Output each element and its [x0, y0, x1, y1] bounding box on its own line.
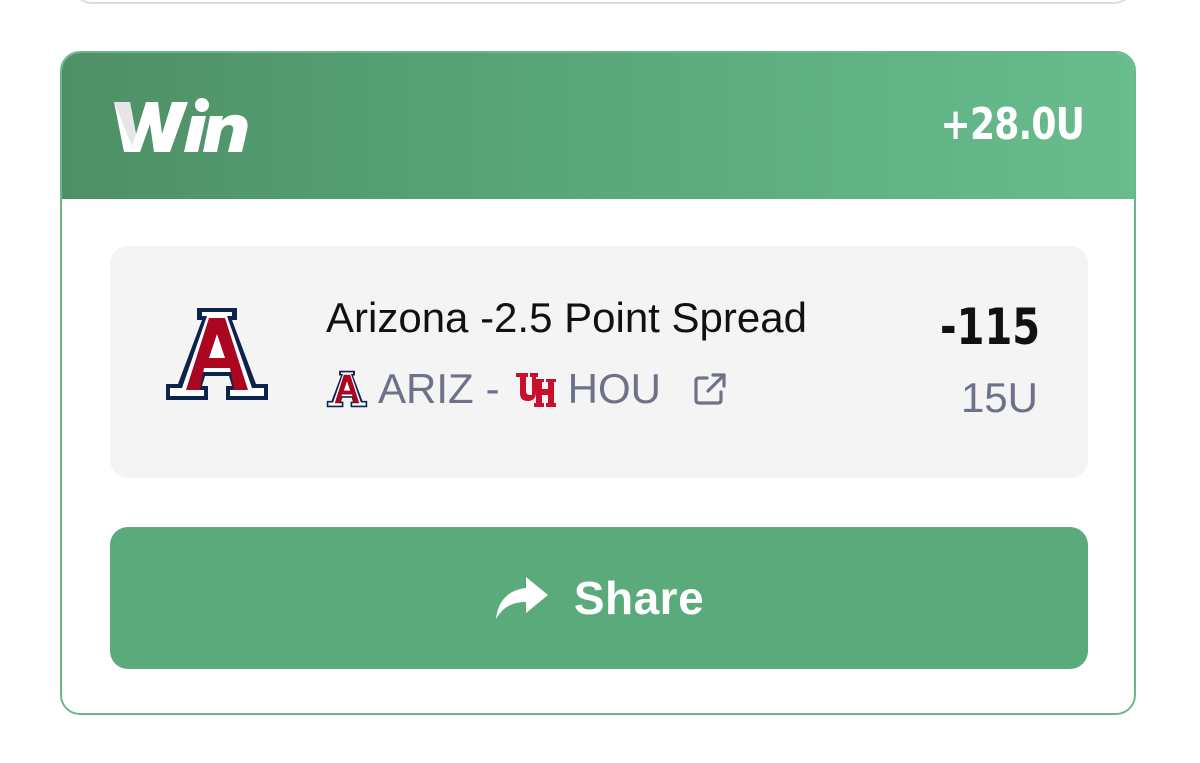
arizona-mini-logo-icon [326, 369, 368, 409]
bet-title: Arizona -2.5 Point Spread [326, 294, 807, 341]
arizona-block-a-icon [164, 306, 270, 407]
home-team-code: ARIZ [378, 365, 474, 412]
win-badge [110, 91, 252, 161]
share-button[interactable]: Share [110, 527, 1088, 669]
bet-stake: 15U [960, 374, 1038, 421]
share-arrow-icon [494, 575, 550, 621]
team-separator: - [485, 365, 500, 412]
result-header: +28.0U [62, 53, 1134, 199]
bet-odds: -115 [939, 298, 1040, 356]
matchup: ARIZ - HOU [326, 364, 729, 414]
bet-details: Arizona -2.5 Point Spread ARIZ - HOU -11… [110, 246, 1088, 478]
units-total: +28.0U [940, 99, 1084, 150]
previous-card-edge [72, 0, 1134, 4]
win-wordmark [114, 98, 248, 152]
away-team-code: HOU [567, 365, 662, 412]
bet-result-card: +28.0U Arizona -2.5 Point Spread ARIZ - … [60, 51, 1136, 715]
share-label: Share [573, 572, 705, 624]
houston-uh-icon [514, 369, 558, 409]
external-link-icon[interactable] [691, 370, 729, 408]
